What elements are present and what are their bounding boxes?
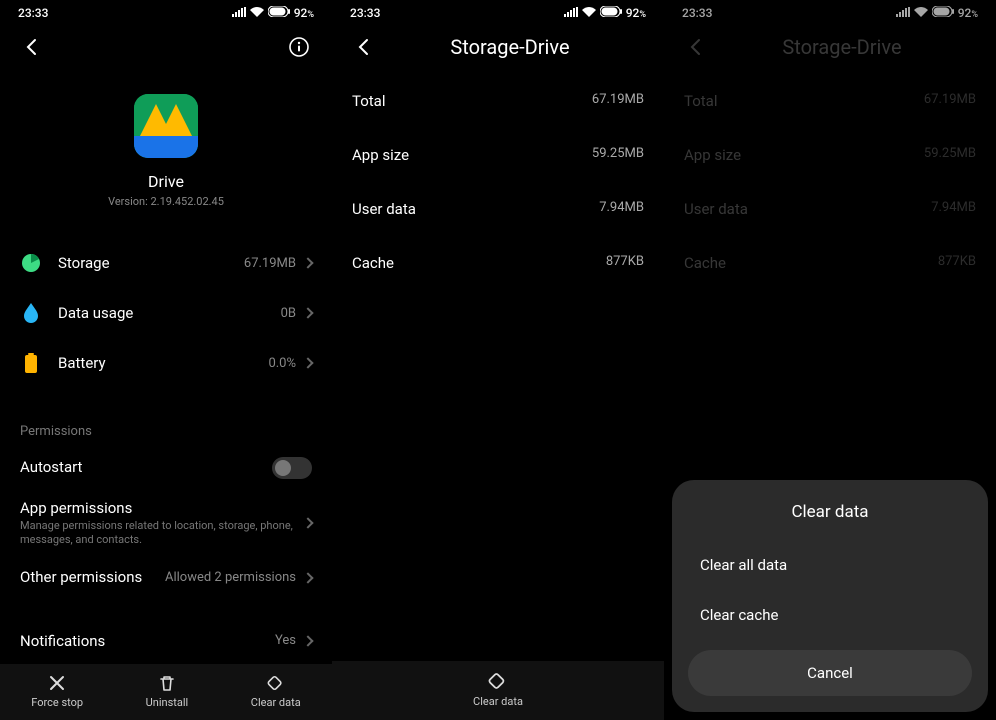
screen-storage: 23:33 92% Storage-Drive Total 67.19MB Ap… [332, 0, 664, 720]
clear-data-label: Clear data [473, 695, 523, 708]
autostart-label: Autostart [20, 458, 272, 476]
row-autostart[interactable]: Autostart [0, 447, 332, 489]
status-time: 23:33 [350, 6, 380, 20]
info-icon[interactable] [288, 36, 312, 60]
app-perm-subtitle: Manage permissions related to location, … [20, 519, 304, 548]
sheet-title: Clear data [688, 502, 972, 522]
chevron-right-icon [302, 518, 313, 529]
battery-solid-icon [20, 352, 42, 374]
app-name: Drive [0, 172, 332, 191]
row-total: Total 67.19MB [352, 74, 644, 128]
row-notifications[interactable]: Notifications Yes [0, 618, 332, 664]
app-icon-drive [134, 94, 198, 158]
battery-icon [268, 6, 290, 20]
pie-icon [20, 252, 42, 274]
storage-list: Total 67.19MB App size 59.25MB User data… [332, 74, 664, 290]
clear-data-label: Clear data [251, 696, 301, 709]
status-bar: 23:33 92% [0, 0, 332, 24]
back-button[interactable] [20, 35, 44, 59]
row-user-data: User data 7.94MB [352, 182, 644, 236]
chevron-right-icon [302, 357, 313, 368]
other-perm-value: Allowed 2 permissions [165, 570, 296, 585]
status-indicators: 92% [564, 6, 646, 20]
force-stop-button[interactable]: Force stop [31, 674, 83, 709]
clear-data-button[interactable]: Clear data [473, 671, 523, 708]
row-value: 67.19MB [592, 92, 644, 110]
bottom-bar: Force stop Uninstall Clear data [0, 664, 332, 720]
page-title: Storage-Drive [376, 35, 644, 59]
row-label: Total [352, 92, 386, 110]
wifi-icon [250, 6, 264, 20]
row-value: 7.94MB [599, 200, 644, 218]
status-indicators: 92% [232, 6, 314, 20]
header [0, 24, 332, 74]
header: Storage-Drive [332, 24, 664, 74]
notifications-label: Notifications [20, 632, 275, 650]
app-perm-title: App permissions [20, 499, 304, 517]
signal-icon [232, 6, 246, 20]
chevron-right-icon [302, 257, 313, 268]
other-perm-title: Other permissions [20, 568, 165, 586]
option-clear-cache[interactable]: Clear cache [688, 590, 972, 640]
row-battery[interactable]: Battery 0.0% [20, 338, 312, 388]
row-label: Data usage [58, 304, 281, 322]
row-cache: Cache 877KB [352, 236, 644, 290]
row-other-permissions[interactable]: Other permissions Allowed 2 permissions [0, 558, 332, 598]
row-label: Storage [58, 254, 244, 272]
uninstall-button[interactable]: Uninstall [146, 674, 189, 709]
status-bar: 23:33 92% [332, 0, 664, 24]
app-version: Version: 2.19.452.02.45 [0, 195, 332, 208]
uninstall-label: Uninstall [146, 696, 189, 709]
signal-icon [564, 6, 578, 20]
info-list: Storage 67.19MB Data usage 0B Battery 0.… [0, 238, 332, 388]
trash-icon [158, 674, 176, 692]
option-clear-all[interactable]: Clear all data [688, 540, 972, 590]
chevron-right-icon [302, 307, 313, 318]
row-value: 67.19MB [244, 256, 296, 271]
bottom-bar: Clear data [332, 661, 664, 720]
row-label: User data [352, 200, 416, 218]
row-value: 0.0% [268, 356, 296, 371]
wifi-icon [582, 6, 596, 20]
chevron-right-icon [302, 635, 313, 646]
screen-storage-dialog: 23:33 92% Storage-Drive Total 67.19MB Ap… [664, 0, 996, 720]
row-app-size: App size 59.25MB [352, 128, 644, 182]
battery-percent: 92% [294, 6, 314, 20]
row-value: 877KB [606, 254, 644, 272]
row-value: 59.25MB [592, 146, 644, 164]
notifications-value: Yes [275, 633, 296, 648]
cancel-button[interactable]: Cancel [688, 650, 972, 696]
eraser-icon [267, 674, 285, 692]
clear-data-sheet: Clear data Clear all data Clear cache Ca… [672, 480, 988, 712]
row-value: 0B [281, 306, 296, 321]
row-app-permissions[interactable]: App permissions Manage permissions relat… [0, 489, 332, 558]
battery-icon [600, 6, 622, 20]
row-data-usage[interactable]: Data usage 0B [20, 288, 312, 338]
back-button[interactable] [352, 35, 376, 59]
eraser-icon [488, 671, 508, 691]
row-label: Battery [58, 354, 268, 372]
close-icon [48, 674, 66, 692]
chevron-right-icon [302, 572, 313, 583]
battery-percent: 92% [626, 6, 646, 20]
app-hero: Drive Version: 2.19.452.02.45 [0, 74, 332, 238]
clear-data-button[interactable]: Clear data [251, 674, 301, 709]
row-label: Cache [352, 254, 394, 272]
section-permissions: Permissions [0, 408, 332, 447]
drop-icon [20, 302, 42, 324]
status-time: 23:33 [18, 6, 48, 20]
autostart-toggle[interactable] [272, 457, 312, 479]
row-storage[interactable]: Storage 67.19MB [20, 238, 312, 288]
row-label: App size [352, 146, 409, 164]
screen-app-info: 23:33 92% Drive Version: 2.19.452.02.45 [0, 0, 332, 720]
force-stop-label: Force stop [31, 696, 83, 709]
